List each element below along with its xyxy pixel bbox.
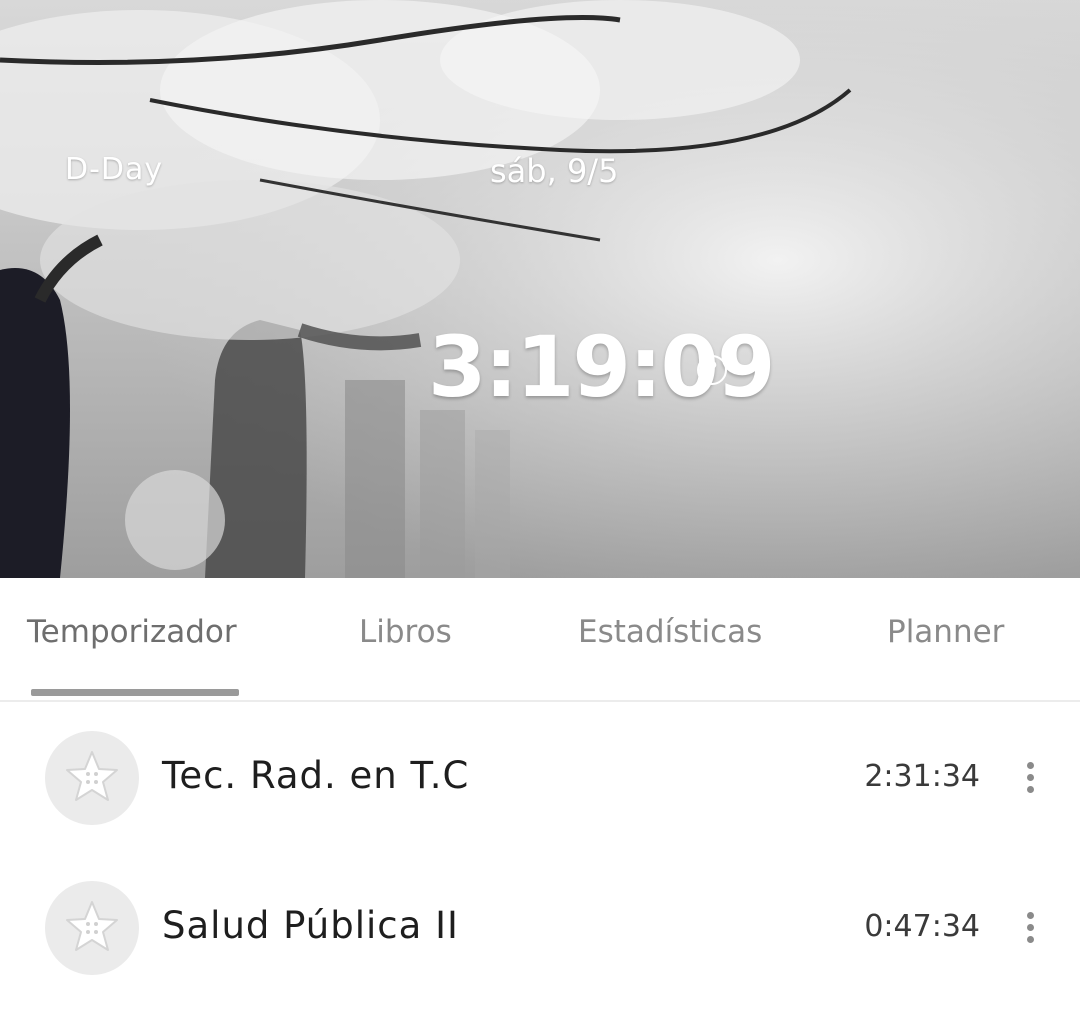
dday-label[interactable]: D-Day <box>65 152 163 187</box>
header-banner: D-Day sáb, 9/5 3:19:09 ? <box>0 0 1080 578</box>
subject-time: 2:31:34 <box>864 759 980 794</box>
misty-tree-wallpaper <box>0 0 1080 578</box>
tab-libros[interactable]: Libros <box>359 614 452 650</box>
star-button-icon[interactable] <box>45 881 139 975</box>
tab-temporizador[interactable]: Temporizador <box>27 614 237 650</box>
tab-bar: Temporizador Libros Estadísticas Planner <box>0 578 1080 702</box>
current-date: sáb, 9/5 <box>490 152 619 190</box>
more-vertical-icon[interactable] <box>1020 912 1040 946</box>
star-shape <box>66 901 118 951</box>
tab-estadisticas[interactable]: Estadísticas <box>578 614 762 650</box>
active-tab-indicator <box>31 689 239 696</box>
help-circle-icon[interactable]: ? <box>697 355 727 385</box>
subject-name: Salud Pública II <box>162 904 459 947</box>
star-button-icon[interactable] <box>45 731 139 825</box>
subject-row[interactable]: Tec. Rad. en T.C 2:31:34 <box>0 704 1080 854</box>
star-shape <box>66 751 118 801</box>
subject-time: 0:47:34 <box>864 909 980 944</box>
subject-row[interactable]: Salud Pública II 0:47:34 <box>0 854 1080 1004</box>
tab-planner[interactable]: Planner <box>887 614 1004 650</box>
subject-name: Tec. Rad. en T.C <box>162 754 470 797</box>
more-vertical-icon[interactable] <box>1020 762 1040 796</box>
